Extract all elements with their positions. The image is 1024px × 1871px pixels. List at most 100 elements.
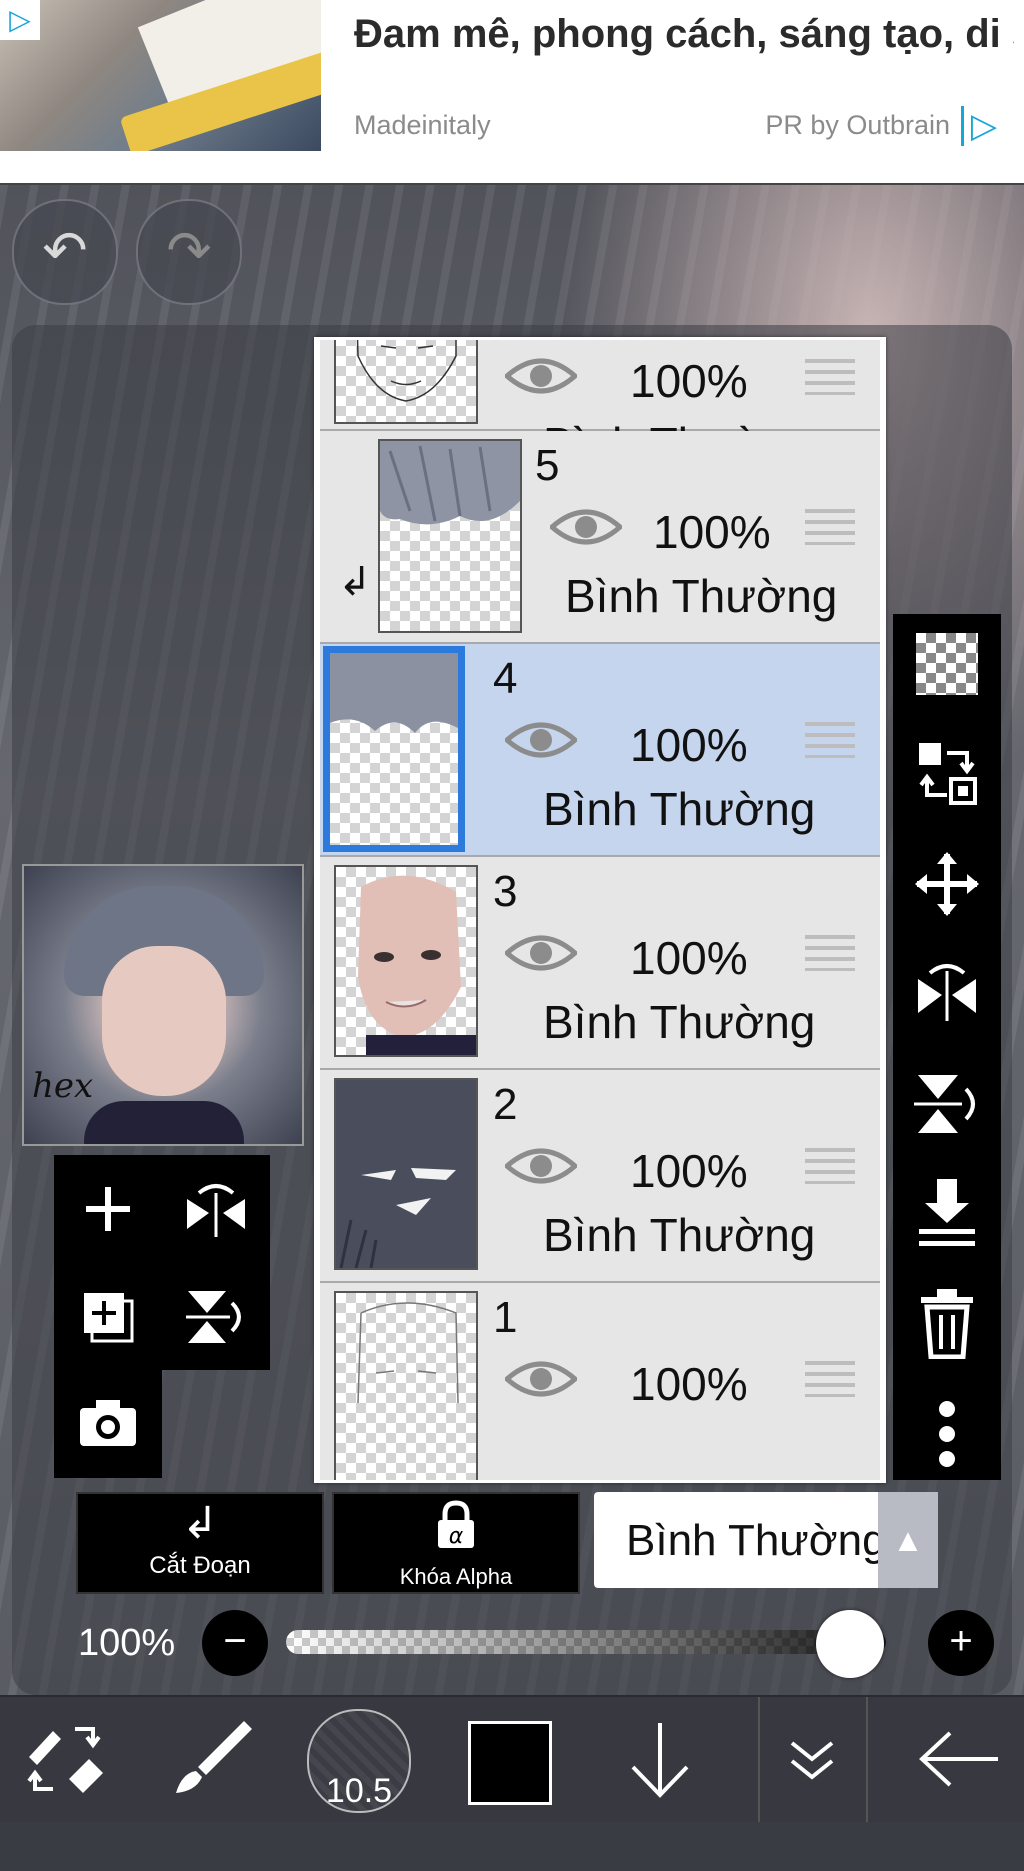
flip-horizontal-icon: [918, 964, 976, 1021]
layer-number: 5: [535, 441, 560, 490]
drag-handle-icon[interactable]: [805, 509, 855, 545]
arrow-down-icon: [631, 1723, 689, 1798]
layer-thumbnail[interactable]: [334, 1078, 478, 1270]
flip-canvas-horizontal-button[interactable]: [162, 1155, 270, 1263]
visibility-eye-icon[interactable]: [505, 354, 577, 398]
layer-thumbnail[interactable]: [378, 439, 522, 633]
brush-size-button[interactable]: 10.5: [307, 1709, 411, 1813]
undo-button[interactable]: ↶: [12, 199, 118, 305]
layer-opacity: 100%: [630, 1145, 748, 1197]
layer-row[interactable]: 100% Bình Thường: [320, 340, 880, 470]
ad-image[interactable]: ▷: [0, 0, 321, 151]
layer-number: 4: [493, 654, 518, 703]
duplicate-icon: [84, 1293, 134, 1343]
more-options-button[interactable]: [893, 1384, 1001, 1484]
opacity-decrease-button[interactable]: −: [202, 1610, 268, 1676]
clipping-label: Cắt Đoạn: [149, 1552, 251, 1579]
import-photo-button[interactable]: [54, 1368, 162, 1476]
plus-icon: +: [949, 1619, 973, 1663]
ad-source: Madeinitaly: [354, 110, 491, 140]
layer-row[interactable]: 5 100% Bình Thường ↲: [320, 431, 880, 644]
drag-handle-icon[interactable]: [805, 722, 855, 758]
layer-list[interactable]: 100% Bình Thường 5 100% Bình Thường ↲ 4: [314, 337, 886, 1483]
ad-pr-label[interactable]: PR by Outbrain: [765, 110, 950, 141]
layer-row-selected[interactable]: 4 100% Bình Thường: [320, 644, 880, 857]
flip-vertical-button[interactable]: [893, 1054, 1001, 1154]
layer-opacity: 100%: [630, 355, 748, 407]
add-layer-button[interactable]: [54, 1155, 162, 1263]
brush-eraser-swap-icon: [27, 1727, 103, 1793]
preview-face: [102, 946, 226, 1096]
layer-blend-mode: Bình Thường: [543, 1209, 816, 1261]
bottom-toolbar: 10.5: [0, 1695, 1024, 1822]
redo-button[interactable]: ↷: [136, 199, 242, 305]
layer-blend-mode: Bình Thường: [565, 570, 838, 622]
brush-tool-button[interactable]: [165, 1697, 255, 1822]
opacity-slider-thumb[interactable]: [816, 1610, 884, 1678]
back-button[interactable]: [910, 1697, 1010, 1822]
merge-down-icon: [919, 1179, 975, 1246]
flip-horizontal-button[interactable]: [893, 944, 1001, 1044]
visibility-eye-icon[interactable]: [505, 931, 577, 975]
drag-handle-icon[interactable]: [805, 935, 855, 971]
visibility-eye-icon[interactable]: [550, 505, 622, 549]
layer-number: 3: [493, 867, 518, 916]
move-arrows-icon: [915, 852, 979, 916]
layer-blend-mode: Bình Thường: [543, 996, 816, 1048]
visibility-eye-icon[interactable]: [505, 1357, 577, 1401]
swap-layers-button[interactable]: [893, 724, 1001, 824]
layer-thumbnail[interactable]: [334, 1291, 478, 1480]
brush-icon: [176, 1721, 252, 1793]
alpha-lock-button[interactable]: α Khóa Alpha: [332, 1492, 580, 1594]
visibility-eye-icon[interactable]: [505, 718, 577, 762]
tool-switch-button[interactable]: [20, 1697, 110, 1822]
visibility-eye-icon[interactable]: [505, 1144, 577, 1188]
layer-opacity: 100%: [630, 932, 748, 984]
drag-handle-icon[interactable]: [805, 1361, 855, 1397]
canvas-preview[interactable]: hex: [22, 864, 304, 1146]
triangle-up-icon[interactable]: ▲: [878, 1492, 938, 1588]
layer-row[interactable]: 2 100% Bình Thường: [320, 1070, 880, 1283]
layer-opacity: 100%: [653, 506, 771, 558]
brush-size-value: 10.5: [325, 1772, 393, 1810]
alpha-lock-label: Khóa Alpha: [399, 1564, 513, 1589]
flip-canvas-horizontal-icon: [187, 1184, 245, 1237]
layer-thumbnail[interactable]: [334, 340, 478, 424]
layer-opacity: 100%: [630, 719, 748, 771]
layer-row[interactable]: 1 100%: [320, 1283, 880, 1480]
flip-canvas-vertical-icon: [186, 1291, 241, 1343]
drag-handle-icon[interactable]: [805, 1148, 855, 1184]
ad-banner[interactable]: ▷ Đam mê, phong cách, sáng tạo, di sản, …: [0, 0, 1024, 185]
ad-title[interactable]: Đam mê, phong cách, sáng tạo, di sản, đa…: [354, 10, 1014, 58]
more-vertical-icon: [939, 1401, 955, 1467]
clipping-arrow-icon: ↲: [338, 560, 372, 604]
layer-tools-bar: [893, 614, 1001, 1480]
outbrain-logo-icon[interactable]: ▷: [961, 106, 1004, 146]
move-button[interactable]: [893, 834, 1001, 934]
delete-layer-button[interactable]: [893, 1274, 1001, 1374]
blend-mode-select[interactable]: Bình Thường ▲: [594, 1492, 938, 1588]
adchoices-icon[interactable]: ▷: [0, 0, 40, 40]
transparency-button[interactable]: [893, 614, 1001, 714]
duplicate-layer-button[interactable]: [54, 1263, 162, 1371]
camera-panel: [54, 1368, 162, 1478]
trash-icon: [921, 1289, 973, 1360]
color-picker-button[interactable]: [468, 1721, 552, 1805]
opacity-slider[interactable]: [286, 1630, 886, 1654]
flip-vertical-icon: [914, 1075, 975, 1133]
move-layer-down-button[interactable]: [620, 1697, 700, 1822]
merge-down-button[interactable]: [893, 1164, 1001, 1264]
clipping-button[interactable]: ↲ Cắt Đoạn: [76, 1492, 324, 1594]
redo-icon: ↷: [166, 221, 212, 281]
layer-row[interactable]: 3 100% Bình Thường: [320, 857, 880, 1070]
alpha-glyph: α: [449, 1524, 464, 1549]
drag-handle-icon[interactable]: [805, 359, 855, 395]
layer-number: 2: [493, 1080, 518, 1129]
flip-canvas-vertical-button[interactable]: [162, 1263, 270, 1371]
face-thumbnail-icon: [358, 875, 476, 1055]
layers-panel-button[interactable]: [758, 1697, 868, 1822]
layer-thumbnail[interactable]: [323, 646, 465, 852]
opacity-increase-button[interactable]: +: [928, 1610, 994, 1676]
layer-thumbnail[interactable]: [334, 865, 478, 1057]
line-art-thumbnail-icon: [356, 340, 457, 402]
